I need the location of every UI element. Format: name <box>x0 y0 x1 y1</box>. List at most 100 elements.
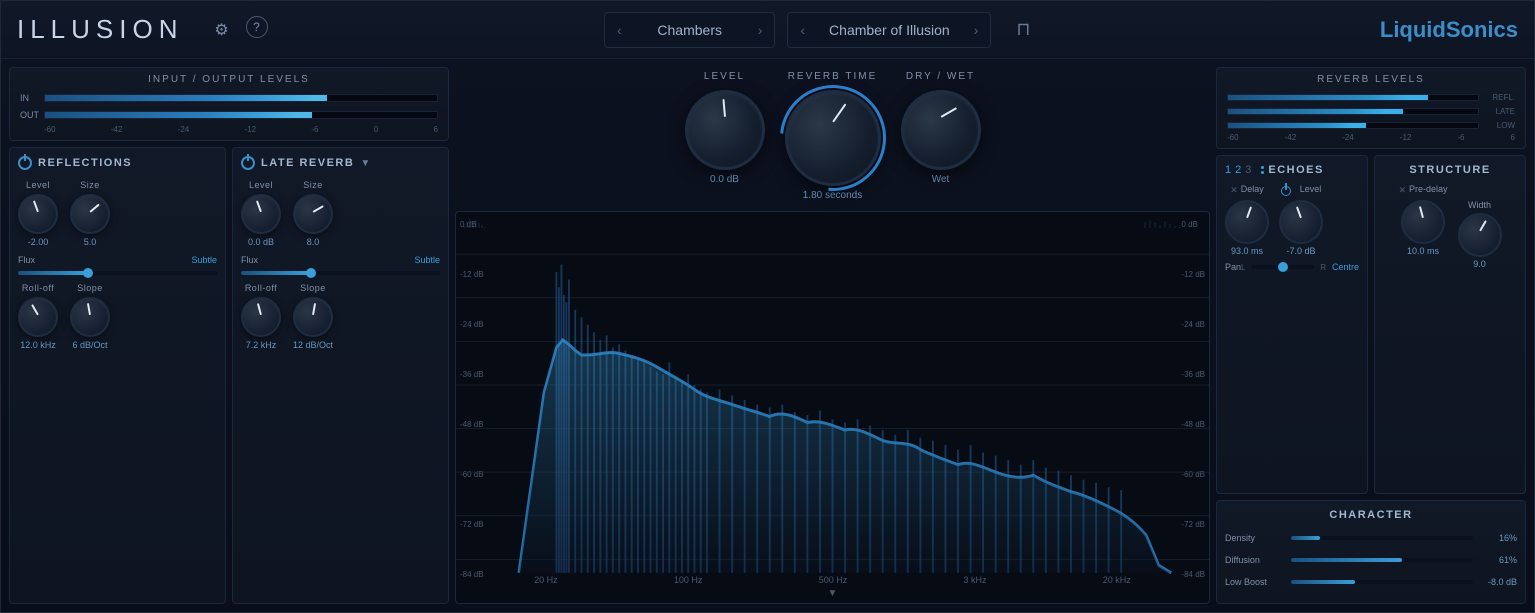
echo-level-power-button[interactable] <box>1281 186 1291 196</box>
pan-value: Centre <box>1332 262 1359 272</box>
echo-level-value: -7.0 dB <box>1286 246 1315 256</box>
echo-level-knob[interactable] <box>1279 200 1323 244</box>
reflections-rolloff-knob[interactable] <box>18 297 58 337</box>
level-knob[interactable] <box>685 90 765 170</box>
reverb-scale: -60 -42 -24 -12 -6 6 <box>1227 133 1515 142</box>
io-scale-0: 0 <box>374 125 378 134</box>
pan-thumb[interactable] <box>1278 262 1288 272</box>
character-title: CHARACTER <box>1225 509 1517 521</box>
preset-label: Chamber of Illusion <box>813 22 966 38</box>
low-bar-row: LOW <box>1227 119 1515 131</box>
low-boost-fill <box>1291 580 1355 584</box>
density-label: Density <box>1225 533 1285 543</box>
reflections-knob-row: Level -2.00 Size 5.0 <box>18 180 217 247</box>
dry-wet-label: DRY / WET <box>906 71 975 82</box>
reflections-title: REFLECTIONS <box>38 157 132 169</box>
low-boost-label: Low Boost <box>1225 577 1285 587</box>
width-label: Width <box>1468 200 1491 210</box>
pin-button[interactable]: ⊓ <box>1007 14 1039 46</box>
density-slider[interactable] <box>1291 536 1473 540</box>
refl-bar-row: REFL. <box>1227 91 1515 103</box>
late-label: LATE <box>1483 107 1515 116</box>
late-bar-row: LATE <box>1227 105 1515 117</box>
reflections-flux-thumb[interactable] <box>83 268 93 278</box>
predelay-disabled-icon: ✕ <box>1398 185 1406 196</box>
help-button[interactable]: ? <box>246 16 268 38</box>
diffusion-row: Diffusion 61% <box>1225 551 1517 569</box>
diffusion-slider[interactable] <box>1291 558 1473 562</box>
structure-knob-row: ✕ Pre-delay 10.0 ms Width <box>1383 184 1517 269</box>
freq-label-100hz: 100 Hz <box>674 575 703 585</box>
echo-num-1[interactable]: 1 <box>1225 164 1231 176</box>
predelay-knob[interactable] <box>1401 200 1445 244</box>
dry-wet-knob[interactable] <box>901 90 981 170</box>
echo-level-label: Level <box>1300 184 1322 194</box>
reflections-flux-slider[interactable] <box>18 271 217 275</box>
echo-delay-group: ✕ Delay 93.0 ms <box>1225 184 1269 256</box>
reflections-level-value: -2.00 <box>28 237 49 247</box>
expand-button[interactable]: ▼ <box>828 588 838 599</box>
echo-num-2[interactable]: 2 <box>1235 164 1241 176</box>
header-icons: ⚙ ? <box>208 16 268 44</box>
pan-slider[interactable] <box>1251 265 1314 269</box>
right-section: REVERB LEVELS REFL. LATE <box>1216 67 1526 604</box>
late-reverb-flux-slider[interactable] <box>241 271 440 275</box>
reflections-size-knob[interactable] <box>70 194 110 234</box>
late-reverb-rolloff-knob[interactable] <box>241 297 281 337</box>
freq-label-20khz: 20 kHz <box>1103 575 1131 585</box>
late-reverb-dropdown-button[interactable]: ▼ <box>360 158 370 169</box>
reflections-flux-value[interactable]: Subtle <box>191 255 217 265</box>
reflections-power-button[interactable] <box>18 156 32 170</box>
category-next-button[interactable]: › <box>750 22 771 38</box>
preset-next-button[interactable]: › <box>966 22 987 38</box>
io-scale-m60: -60 <box>44 125 56 134</box>
predelay-value: 10.0 ms <box>1407 246 1439 256</box>
reflections-slope-value: 6 dB/Oct <box>72 340 107 350</box>
pan-l-label: L <box>1241 263 1245 272</box>
low-boost-slider[interactable] <box>1291 580 1473 584</box>
refl-bar-container <box>1227 94 1479 101</box>
preset-prev-button[interactable]: ‹ <box>792 22 813 38</box>
late-reverb-flux-thumb[interactable] <box>306 268 316 278</box>
refl-label: REFL. <box>1483 93 1515 102</box>
reverb-time-knob[interactable] <box>785 90 881 186</box>
late-reverb-power-button[interactable] <box>241 156 255 170</box>
echo-numbers: 1 2 3 <box>1225 164 1251 176</box>
reflections-level-knob[interactable] <box>18 194 58 234</box>
width-group: Width 9.0 <box>1458 184 1502 269</box>
width-knob[interactable] <box>1458 213 1502 257</box>
level-knob-group: LEVEL 0.0 dB <box>685 71 765 185</box>
echo-delay-knob[interactable] <box>1225 200 1269 244</box>
late-reverb-slope-knob[interactable] <box>293 297 333 337</box>
io-scale-6: 6 <box>434 125 438 134</box>
refl-bar <box>1228 95 1428 100</box>
diffusion-value: 61% <box>1479 555 1517 565</box>
settings-button[interactable]: ⚙ <box>208 16 236 44</box>
center-section: LEVEL 0.0 dB REVERB TIME 1.80 seconds D <box>455 67 1210 604</box>
preset-nav: ‹ Chamber of Illusion › <box>787 12 991 48</box>
echo-num-3[interactable]: 3 <box>1245 164 1251 176</box>
echoes-title: ECHOES <box>1268 164 1323 176</box>
late-bar-container <box>1227 108 1479 115</box>
pan-r-label: R <box>1320 263 1326 272</box>
reverb-levels-panel: REVERB LEVELS REFL. LATE <box>1216 67 1526 149</box>
late-reverb-flux-value[interactable]: Subtle <box>414 255 440 265</box>
reflections-slope-knob[interactable] <box>70 297 110 337</box>
echo-level-group: Level -7.0 dB <box>1279 184 1323 256</box>
late-reverb-slope-group: Slope 12 dB/Oct <box>293 283 333 350</box>
late-reverb-size-knob[interactable] <box>293 194 333 234</box>
low-boost-value: -8.0 dB <box>1479 577 1517 587</box>
late-reverb-header: LATE REVERB ▼ <box>241 156 440 170</box>
header: ILLUSION ⚙ ? ‹ Chambers › ‹ Chamber of I… <box>1 1 1534 59</box>
reflections-size-group: Size 5.0 <box>70 180 110 247</box>
out-level-row: OUT <box>20 108 438 122</box>
category-label: Chambers <box>630 22 750 38</box>
freq-label-20hz: 20 Hz <box>534 575 558 585</box>
reflections-size-label: Size <box>80 180 100 190</box>
category-nav: ‹ Chambers › <box>604 12 775 48</box>
out-label: OUT <box>20 110 44 120</box>
late-reverb-level-knob[interactable] <box>241 194 281 234</box>
echoes-header: 1 2 3 ECHOES <box>1225 164 1359 176</box>
category-prev-button[interactable]: ‹ <box>609 22 630 38</box>
diffusion-label: Diffusion <box>1225 555 1285 565</box>
